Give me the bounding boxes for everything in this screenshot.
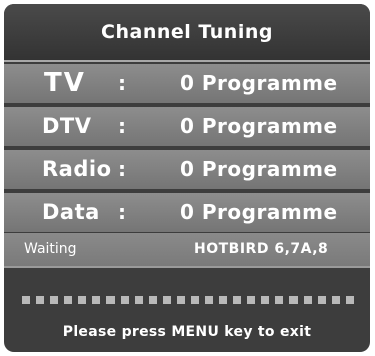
progress-segment bbox=[275, 296, 284, 304]
satellite-name: HOTBIRD 6,7A,8 bbox=[194, 241, 329, 257]
row-tv-value: 0 Programme bbox=[180, 71, 338, 95]
progress-segment bbox=[190, 296, 200, 304]
progress-segment bbox=[120, 296, 129, 304]
programme-count-list: TV : 0 Programme DTV : 0 Programme Radio… bbox=[4, 64, 370, 236]
row-radio-colon: : bbox=[118, 157, 126, 181]
row-tv: TV : 0 Programme bbox=[4, 64, 370, 103]
progress-segment bbox=[219, 296, 228, 304]
row-data-colon: : bbox=[118, 200, 126, 224]
row-data: Data : 0 Programme bbox=[4, 193, 370, 232]
status-row: Waiting HOTBIRD 6,7A,8 bbox=[4, 233, 370, 268]
progress-segment bbox=[345, 296, 354, 304]
channel-tuning-panel: Channel Tuning TV : 0 Programme DTV : 0 … bbox=[4, 4, 370, 352]
progress-segment bbox=[176, 296, 185, 304]
row-tv-colon: : bbox=[118, 71, 126, 95]
row-radio-label: Radio bbox=[42, 157, 112, 181]
progress-segment bbox=[36, 296, 45, 304]
row-radio: Radio : 0 Programme bbox=[4, 150, 370, 189]
row-data-label: Data bbox=[42, 200, 100, 224]
panel-title: Channel Tuning bbox=[4, 4, 370, 62]
progress-segment bbox=[64, 296, 73, 304]
status-label: Waiting bbox=[24, 241, 77, 257]
row-dtv-value: 0 Programme bbox=[180, 114, 338, 138]
progress-segment bbox=[247, 296, 256, 304]
row-dtv-colon: : bbox=[118, 114, 126, 138]
progress-segment bbox=[233, 296, 242, 304]
progress-segment bbox=[78, 296, 87, 304]
progress-segment bbox=[22, 296, 31, 304]
progress-segment bbox=[331, 296, 340, 304]
progress-segment bbox=[148, 296, 157, 304]
exit-hint: Please press MENU key to exit bbox=[62, 324, 312, 340]
progress-segment bbox=[92, 296, 101, 304]
progress-segment bbox=[162, 296, 171, 304]
progress-segment bbox=[134, 296, 143, 304]
row-data-value: 0 Programme bbox=[180, 200, 338, 224]
row-tv-label: TV bbox=[44, 68, 86, 98]
progress-segment bbox=[205, 296, 214, 304]
row-dtv-label: DTV bbox=[42, 114, 92, 138]
progress-segment bbox=[261, 296, 270, 304]
progress-segment bbox=[289, 296, 298, 304]
progress-segment bbox=[303, 296, 312, 304]
row-dtv: DTV : 0 Programme bbox=[4, 107, 370, 146]
progress-segment bbox=[317, 296, 326, 304]
progress-segment bbox=[50, 296, 59, 304]
tuning-progress-bar bbox=[22, 296, 354, 306]
progress-segment bbox=[106, 296, 115, 304]
row-radio-value: 0 Programme bbox=[180, 157, 338, 181]
